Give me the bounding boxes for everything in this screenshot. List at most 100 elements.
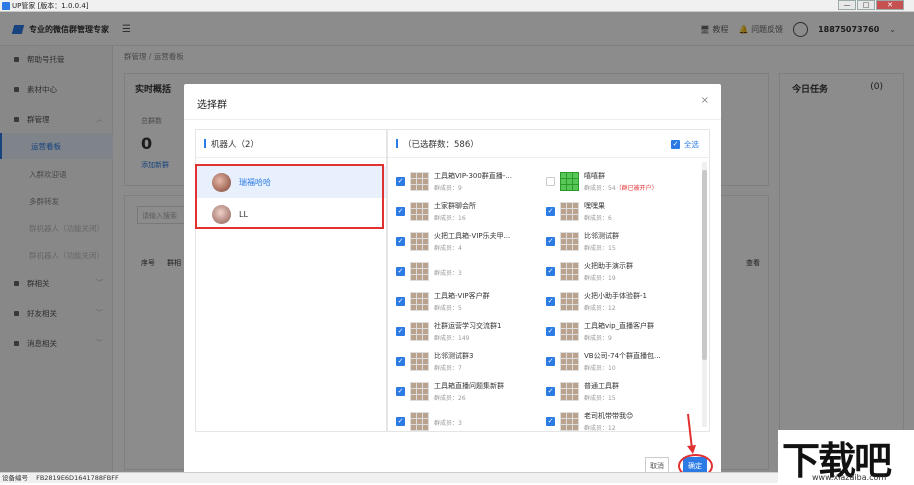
checkbox-icon[interactable]: ✓ bbox=[396, 266, 405, 276]
group-list-item[interactable]: ✓ 嘿嘿果群成员：6 bbox=[546, 196, 694, 226]
group-member-count: 群成员：149 bbox=[434, 334, 470, 342]
group-list-item[interactable]: 嘻嘻群群成员：54（群已被开户） bbox=[546, 166, 694, 196]
bot-panel-title: 机器人（2） bbox=[211, 139, 259, 150]
group-list-item[interactable]: ✓ 工具箱-VIP客户群 群成员：5 bbox=[396, 286, 544, 316]
window-titlebar: UP管家 [版本：1.0.0.4] — □ ✕ bbox=[0, 0, 914, 12]
group-name: 火把助手演示群 bbox=[584, 261, 633, 270]
group-name: 比邻测试群3 bbox=[434, 351, 474, 360]
checkbox-icon[interactable]: ✓ bbox=[396, 386, 405, 396]
checkbox-icon[interactable]: ✓ bbox=[396, 206, 405, 216]
selected-count: （已选群数：586） bbox=[403, 139, 479, 150]
group-avatar bbox=[410, 381, 429, 401]
group-list-item[interactable]: ✓ 普通工具群 群成员：15 bbox=[546, 376, 694, 406]
group-name: 工具箱直播问题集新群 bbox=[434, 381, 504, 390]
minimize-button[interactable]: — bbox=[838, 0, 856, 10]
group-name: 嘿嘿果 bbox=[584, 201, 605, 210]
group-list-item[interactable]: ✓ 火把工具箱-VIP乐夫甲... 群成员：4 bbox=[396, 226, 544, 256]
group-name: 工具箱-VIP客户群 bbox=[434, 291, 490, 300]
group-avatar bbox=[560, 201, 579, 221]
group-member-count: 群成员：12 bbox=[584, 304, 616, 312]
device-label: 设备编号 bbox=[2, 474, 28, 482]
checkbox-icon[interactable]: ✓ bbox=[546, 416, 555, 426]
checkbox-icon[interactable]: ✓ bbox=[546, 356, 555, 366]
group-list-item[interactable]: ✓ 火把助手演示群 群成员：19 bbox=[546, 256, 694, 286]
group-member-count: 群成员：16 bbox=[434, 214, 466, 222]
modal-backdrop-side bbox=[0, 46, 113, 472]
group-name: VB公司-74个群直播包... bbox=[584, 351, 661, 360]
close-window-button[interactable]: ✕ bbox=[876, 0, 904, 10]
group-avatar bbox=[410, 351, 429, 371]
group-avatar bbox=[560, 231, 579, 251]
group-member-count: 群成员：10 bbox=[584, 364, 616, 372]
group-avatar bbox=[560, 411, 579, 431]
checkbox-icon[interactable]: ✓ bbox=[396, 356, 405, 366]
group-avatar bbox=[410, 291, 429, 311]
checkbox-icon[interactable]: ✓ bbox=[546, 326, 555, 336]
group-member-count: 群成员：19 bbox=[584, 274, 616, 282]
group-list-item[interactable]: ✓ 工具箱直播问题集新群 群成员：26 bbox=[396, 376, 544, 406]
group-avatar bbox=[410, 411, 429, 431]
group-list-item[interactable]: ✓ 比邻测试群3 群成员：7 bbox=[396, 346, 544, 376]
maximize-button[interactable]: □ bbox=[857, 0, 875, 10]
modal-backdrop-top bbox=[0, 12, 914, 46]
group-avatar bbox=[560, 261, 579, 281]
group-member-count: 群成员：15 bbox=[584, 394, 616, 402]
group-avatar bbox=[410, 321, 429, 341]
group-list-item[interactable]: ✓ 工具箱VIP-300群直播-... 群成员：9 bbox=[396, 166, 544, 196]
group-list-item[interactable]: ✓ 工具箱vip_直播客户群 群成员：9 bbox=[546, 316, 694, 346]
group-list-item[interactable]: ✓ 老司机带带我😊 群成员：12 bbox=[546, 406, 694, 436]
checkbox-icon[interactable]: ✓ bbox=[396, 326, 405, 336]
group-name: 工具箱VIP-300群直播-... bbox=[434, 171, 513, 180]
checkbox-icon[interactable]: ✓ bbox=[396, 176, 405, 186]
group-name: 土家群聊会所 bbox=[434, 201, 476, 210]
scrollbar[interactable] bbox=[702, 162, 707, 427]
checkbox-icon[interactable]: ✓ bbox=[396, 296, 405, 306]
checkbox-icon[interactable]: ✓ bbox=[396, 236, 405, 246]
group-avatar bbox=[560, 381, 579, 401]
group-list-item[interactable]: ✓ 土家群聊会所 群成员：16 bbox=[396, 196, 544, 226]
group-name: 火把工具箱-VIP乐夫甲... bbox=[434, 231, 511, 240]
watermark: 下载吧 www.xiazaiba.com bbox=[778, 430, 914, 483]
group-list-item[interactable]: ✓ 火把小助手体验群-1 群成员：12 bbox=[546, 286, 694, 316]
group-name: 老司机带带我😊 bbox=[584, 411, 634, 420]
group-member-count: 群成员：7 bbox=[434, 364, 462, 372]
group-avatar bbox=[410, 261, 429, 281]
group-member-count: 群成员：9 bbox=[434, 184, 462, 192]
checkbox-icon[interactable]: ✓ bbox=[546, 236, 555, 246]
group-name: 工具箱vip_直播客户群 bbox=[584, 321, 655, 330]
group-member-count: 群成员：9 bbox=[584, 334, 612, 342]
group-member-count: 群成员：3 bbox=[434, 419, 462, 427]
group-avatar bbox=[410, 201, 429, 221]
modal-title: 选择群 bbox=[197, 100, 227, 111]
close-icon[interactable]: × bbox=[701, 95, 709, 106]
group-member-count: 群成员：54 bbox=[584, 184, 616, 192]
checkbox-icon[interactable]: ✓ bbox=[546, 296, 555, 306]
select-all-checkbox[interactable]: ✓ 全选 bbox=[671, 139, 699, 150]
group-warning: （群已被开户） bbox=[615, 184, 658, 192]
group-avatar bbox=[410, 231, 429, 251]
group-list-item[interactable]: ✓ 比邻测试群 群成员：15 bbox=[546, 226, 694, 256]
group-name: 社群运营学习交流群1 bbox=[434, 321, 502, 330]
group-avatar bbox=[560, 171, 579, 191]
group-member-count: 群成员：6 bbox=[584, 214, 612, 222]
group-panel: （已选群数：586） ✓ 全选 ✓ 工具箱VIP-300群直播-... 群成员：9 ✓ 土… bbox=[387, 129, 710, 432]
checkbox-icon[interactable]: ✓ bbox=[396, 416, 405, 426]
highlight-annotation bbox=[195, 164, 384, 229]
checkbox-icon[interactable]: ✓ bbox=[546, 266, 555, 276]
select-group-modal: 选择群 × 机器人（2） 瑞福哈哈 LL （已选群数：586） ✓ 全选 ✓ 工具箱… bbox=[184, 84, 721, 478]
group-list-item[interactable]: ✓ 群成员：3 bbox=[396, 406, 544, 436]
checkbox-icon: ✓ bbox=[671, 140, 680, 149]
group-list-item[interactable]: ✓ VB公司-74个群直播包... 群成员：10 bbox=[546, 346, 694, 376]
group-avatar bbox=[410, 171, 429, 191]
group-name: 比邻测试群 bbox=[584, 231, 619, 240]
group-list-item[interactable]: ✓ 群成员：3 bbox=[396, 256, 544, 286]
group-name: 火把小助手体验群-1 bbox=[584, 291, 647, 300]
group-avatar bbox=[560, 291, 579, 311]
group-avatar bbox=[560, 321, 579, 341]
checkbox-icon[interactable] bbox=[546, 176, 555, 186]
checkbox-icon[interactable]: ✓ bbox=[546, 386, 555, 396]
group-member-count: 群成员：4 bbox=[434, 244, 462, 252]
checkbox-icon[interactable]: ✓ bbox=[546, 206, 555, 216]
group-list-item[interactable]: ✓ 社群运营学习交流群1 群成员：149 bbox=[396, 316, 544, 346]
group-name: 嘻嘻群 bbox=[584, 171, 605, 180]
